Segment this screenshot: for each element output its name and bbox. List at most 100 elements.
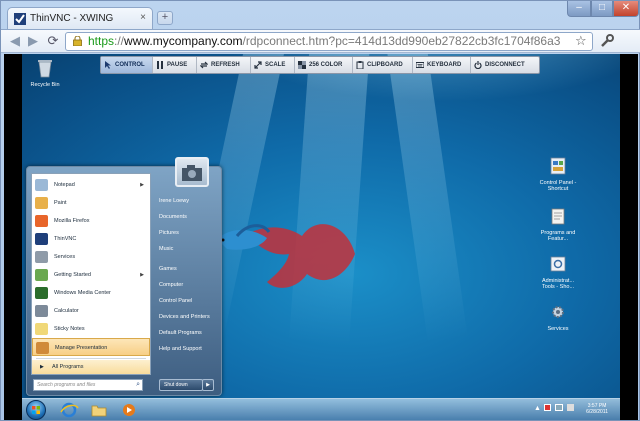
clock-date: 6/28/2011 [586, 409, 608, 415]
getting-started-icon [35, 269, 48, 281]
recycle-bin-shortcut[interactable]: Recycle Bin [25, 58, 65, 88]
remote-desktop-viewport[interactable]: CONTROL PAUSE REFRESH SCALE 256 COLOR CL… [4, 54, 638, 420]
refresh-button[interactable]: REFRESH [197, 57, 251, 73]
forward-arrow-icon[interactable]: ▶ [25, 33, 41, 49]
start-button[interactable] [26, 400, 46, 420]
start-menu-item[interactable]: Mozilla Firefox [32, 212, 150, 230]
start-menu-item[interactable]: ThinVNC [32, 230, 150, 248]
programs-features-shortcut[interactable]: Programs and Featur... [538, 206, 578, 242]
clipboard-button[interactable]: CLIPBOARD [353, 57, 413, 73]
start-menu-item[interactable]: Windows Media Center [32, 284, 150, 302]
scale-icon [254, 61, 262, 69]
start-menu: Notepad ▶ Paint Mozilla Firefox ThinVNC Servi… [26, 157, 222, 396]
tab-strip: ThinVNC - XWING × + – □ ✕ [1, 1, 640, 29]
services-shortcut[interactable]: Services [538, 302, 578, 332]
media-player-icon [123, 404, 135, 416]
sticky-notes-icon [35, 323, 48, 335]
wrench-menu-icon[interactable] [599, 33, 615, 49]
start-menu-place[interactable]: Control Panel [157, 293, 217, 309]
submenu-arrow-icon[interactable]: ▶ [140, 176, 144, 194]
start-menu-item-label: ThinVNC [54, 236, 77, 242]
start-menu-place[interactable]: Documents [157, 209, 217, 225]
services-label: Services [547, 326, 569, 332]
pause-icon [157, 61, 163, 69]
scale-button[interactable]: SCALE [251, 57, 295, 73]
recycle-bin-label: Recycle Bin [30, 82, 60, 88]
taskbar-explorer[interactable] [86, 400, 112, 420]
start-menu-item-label: Calculator [54, 308, 79, 314]
shutdown-button[interactable]: Shut down ▶ [159, 379, 214, 391]
url-path: /rdpconnect.htm?pc=414d13dd990eb27822cb3… [242, 34, 561, 48]
start-menu-item-label: Windows Media Center [54, 290, 111, 296]
shutdown-options-arrow-icon[interactable]: ▶ [202, 379, 214, 391]
taskbar-media-player[interactable] [116, 400, 142, 420]
tray-arrow-icon[interactable]: ▲ [534, 405, 541, 412]
pause-label: PAUSE [167, 62, 188, 68]
start-search-input[interactable]: Search programs and files ⌕ [33, 379, 143, 391]
control-button[interactable]: CONTROL [101, 57, 153, 73]
maximize-button[interactable]: □ [591, 1, 613, 17]
start-menu-item[interactable]: Sticky Notes [32, 320, 150, 338]
tab-thinvnc[interactable]: ThinVNC - XWING × [7, 7, 153, 29]
firefox-icon [35, 215, 48, 227]
thinvnc-icon [35, 233, 48, 245]
start-menu-item[interactable]: Services [32, 248, 150, 266]
url-separator: :// [114, 34, 125, 48]
light-ray [382, 54, 468, 344]
action-center-icon[interactable] [544, 404, 551, 411]
paint-icon [35, 197, 48, 209]
start-menu-item[interactable]: Calculator [32, 302, 150, 320]
back-arrow-icon[interactable]: ◀ [7, 33, 23, 49]
refresh-icon [200, 61, 208, 69]
address-bar[interactable]: https://www.mycompany.com/rdpconnect.htm… [65, 32, 593, 51]
taskbar-internet-explorer[interactable] [56, 400, 82, 420]
new-tab-button[interactable]: + [157, 11, 173, 25]
start-menu-place[interactable]: Help and Support [157, 341, 217, 357]
bookmark-star-icon[interactable]: ☆ [575, 33, 587, 49]
thinvnc-favicon-icon [14, 13, 26, 25]
windows-desktop[interactable]: CONTROL PAUSE REFRESH SCALE 256 COLOR CL… [22, 54, 620, 420]
minimize-button[interactable]: – [567, 1, 591, 17]
start-menu-item-label: Services [54, 254, 76, 260]
reload-icon[interactable]: ⟳ [45, 33, 61, 49]
start-menu-place[interactable]: Irene Loewy [157, 193, 217, 209]
control-panel-shortcut[interactable]: Control Panel - Shortcut [538, 156, 578, 192]
programs-features-label: Programs and Featur... [540, 230, 576, 242]
betta-fish-wallpaper [217, 224, 355, 288]
internet-explorer-icon [60, 402, 79, 418]
admin-tools-icon [550, 256, 566, 272]
start-menu-place[interactable]: Music [157, 241, 217, 257]
start-menu-item[interactable]: Getting Started ▶ [32, 266, 150, 284]
all-programs-button[interactable]: ▶ All Programs [32, 360, 150, 374]
taskbar-clock[interactable]: 3:57 PM 6/28/2011 [586, 403, 608, 415]
keyboard-icon [416, 62, 424, 68]
media-center-icon [35, 287, 48, 299]
submenu-arrow-icon[interactable]: ▶ [140, 266, 144, 284]
pause-button[interactable]: PAUSE [153, 57, 197, 73]
tab-close-icon[interactable]: × [140, 12, 146, 23]
start-menu-place[interactable]: Pictures [157, 225, 217, 241]
presentation-icon [36, 342, 49, 354]
disconnect-label: DISCONNECT [485, 62, 525, 68]
network-icon[interactable] [555, 404, 563, 411]
keyboard-button[interactable]: KEYBOARD [413, 57, 471, 73]
256-color-button[interactable]: 256 COLOR [295, 57, 353, 73]
control-label: CONTROL [115, 62, 145, 68]
start-menu-programs-panel: Notepad ▶ Paint Mozilla Firefox ThinVNC Servi… [31, 173, 151, 375]
start-menu-item[interactable]: Manage Presentation [32, 338, 150, 356]
scale-label: SCALE [265, 62, 286, 68]
start-menu-place[interactable]: Devices and Printers [157, 309, 217, 325]
volume-icon[interactable] [567, 404, 574, 411]
search-icon: ⌕ [136, 381, 140, 388]
start-menu-place[interactable]: Games [157, 261, 217, 277]
start-menu-item[interactable]: Notepad ▶ [32, 176, 150, 194]
start-menu-place[interactable]: Default Programs [157, 325, 217, 341]
close-window-button[interactable]: ✕ [613, 1, 639, 17]
url-domain: www.mycompany.com [124, 34, 243, 48]
control-panel-label: Control Panel - Shortcut [539, 180, 577, 192]
disconnect-button[interactable]: DISCONNECT [471, 57, 539, 73]
start-menu-place[interactable]: Computer [157, 277, 217, 293]
admin-tools-shortcut[interactable]: Administrat... Tools - Sho... [538, 254, 578, 290]
thinvnc-toolbar: CONTROL PAUSE REFRESH SCALE 256 COLOR CL… [100, 56, 540, 74]
start-menu-item[interactable]: Paint [32, 194, 150, 212]
